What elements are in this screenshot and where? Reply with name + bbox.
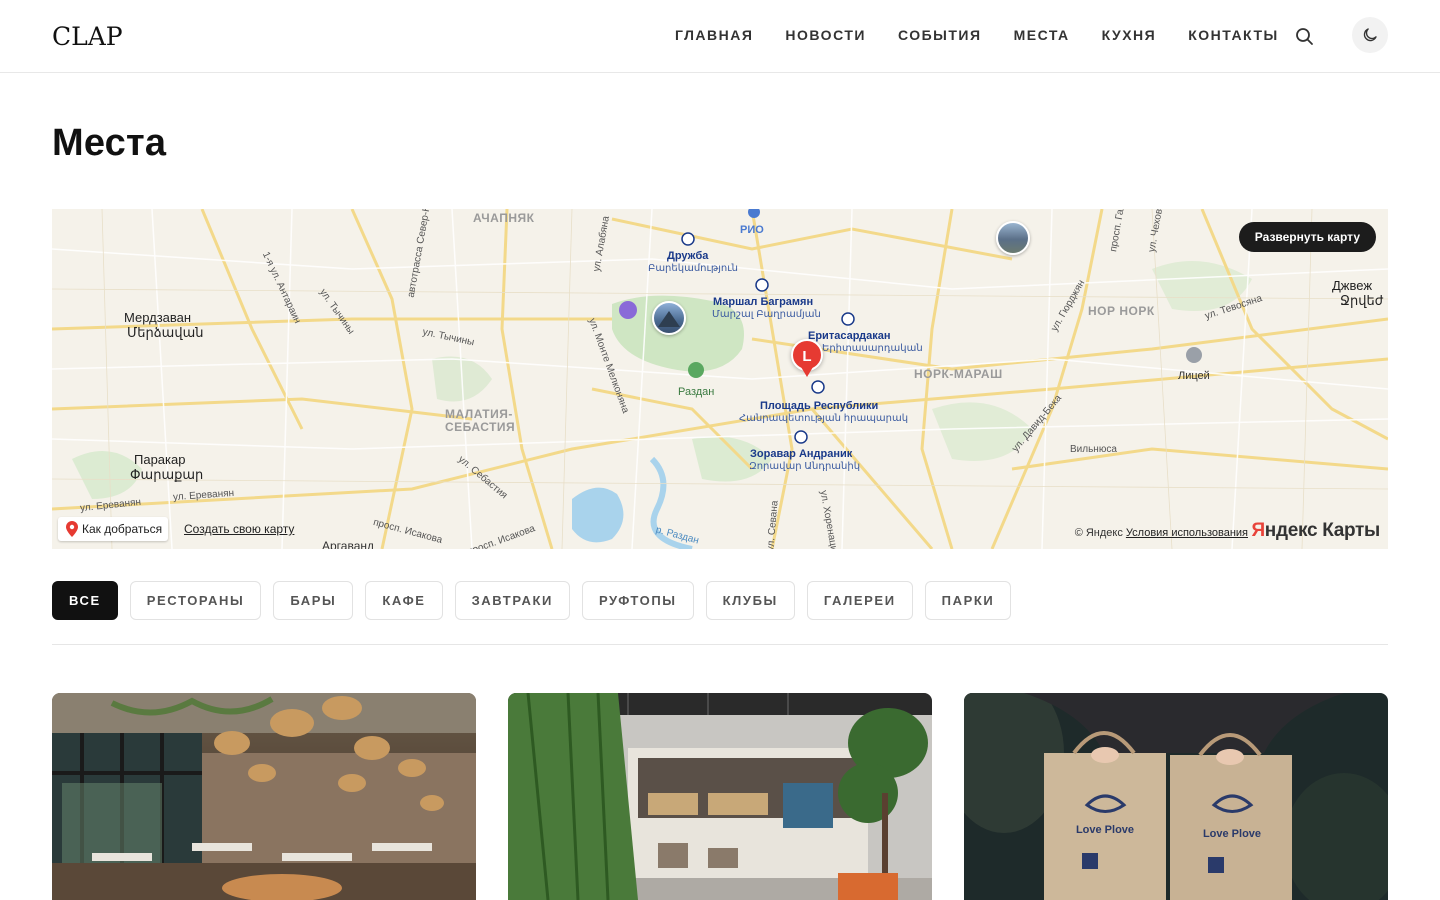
search-icon xyxy=(1296,28,1313,45)
route-button[interactable]: Как добраться xyxy=(58,517,169,541)
terms-link[interactable]: Условия использования xyxy=(1126,527,1248,539)
nav-events[interactable]: СОБЫТИЯ xyxy=(898,27,982,43)
map-label-parakar: Паракар xyxy=(134,452,186,467)
logo[interactable]: CLAP xyxy=(52,22,123,51)
place-card-cafe[interactable] xyxy=(508,693,932,900)
map-photo-thumb[interactable] xyxy=(996,221,1030,255)
map-label-marshal: Маршал Баграмян xyxy=(713,296,814,308)
map-label-achapnyak: АЧАПНЯК xyxy=(473,211,535,225)
map-label-nork-marash: НОРК-МАРАШ xyxy=(914,367,1003,381)
map-pin-icon xyxy=(66,521,78,537)
yandex-map[interactable]: АЧАПНЯК РИО Дружба Բարեկամություն Маршал… xyxy=(52,209,1388,549)
nav-contacts[interactable]: КОНТАКТЫ xyxy=(1188,27,1278,43)
category-filters: ВСЕ РЕСТОРАНЫ БАРЫ КАФЕ ЗАВТРАКИ РУФТОПЫ… xyxy=(52,581,1012,620)
filter-galleries[interactable]: ГАЛЕРЕИ xyxy=(806,581,913,620)
map-label-marshal-am: Մարշալ Բաղրամյան xyxy=(712,309,821,320)
filter-parks[interactable]: ПАРКИ xyxy=(924,581,1012,620)
map-label-zoravar-am: Զորավար Անդրանիկ xyxy=(749,461,861,472)
nav-news[interactable]: НОВОСТИ xyxy=(785,27,866,43)
map-label-merdzavan-am: Մերձավան xyxy=(127,325,204,340)
cafe-storefront-image xyxy=(508,693,932,900)
place-card-restaurant[interactable] xyxy=(52,693,476,900)
theme-toggle-button[interactable] xyxy=(1352,17,1388,53)
map-label-malatia: МАЛАТИЯ- xyxy=(445,407,513,421)
map-label-druzhba: Дружба xyxy=(667,250,709,262)
map-label-nor-nork: НОР НОРК xyxy=(1088,304,1155,318)
filter-cafe[interactable]: КАФЕ xyxy=(365,581,443,620)
route-button-label: Как добраться xyxy=(82,522,163,536)
filters-divider xyxy=(52,644,1388,645)
main-nav: ГЛАВНАЯ НОВОСТИ СОБЫТИЯ МЕСТА КУХНЯ КОНТ… xyxy=(675,27,1311,43)
nav-places[interactable]: МЕСТА xyxy=(1014,27,1070,43)
map-copyright: © Яндекс Условия использования xyxy=(1075,527,1248,539)
monument-icon xyxy=(658,311,680,327)
love-plove-bags-image: Love Plove Love Plove xyxy=(964,693,1388,900)
marker-tail-icon xyxy=(801,367,813,377)
bag-brand-text: Love Plove xyxy=(1203,828,1261,840)
map-label-zoravar: Зоравар Андраник xyxy=(750,448,853,460)
map-label-argavand: Аргаванд xyxy=(322,539,375,549)
map-label-razdan: Раздан xyxy=(678,386,715,398)
map-label-sebastia: СЕБАСТИЯ xyxy=(445,420,516,434)
moon-icon xyxy=(1363,28,1377,42)
map-label-dzhvezh: Джвеж xyxy=(1332,278,1373,293)
filter-restaurants[interactable]: РЕСТОРАНЫ xyxy=(129,581,262,620)
map-label-eritasardakan-am: Երիտասարդական xyxy=(822,343,923,354)
map-label-ploshchad: Площадь Республики xyxy=(760,400,879,412)
map-label-vilnyusa: Вильнюса xyxy=(1070,444,1117,455)
yandex-maps-logo[interactable]: Яндекс Карты xyxy=(1251,520,1380,542)
filter-clubs[interactable]: КЛУБЫ xyxy=(705,581,795,620)
map-label-dzhvezh-am: Ջրվեժ xyxy=(1340,293,1384,308)
map-label-parakar-am: Փարաքար xyxy=(130,467,204,482)
yandex-logo-text: ндекс Карты xyxy=(1264,520,1381,541)
map-label-ploshchad-am: Հանրապետության հրապարակ xyxy=(739,413,909,424)
map-label-druzhba-am: Բարեկամություն xyxy=(648,263,738,274)
map-label-merdzavan: Мердзаван xyxy=(124,310,192,325)
site-header: CLAP ГЛАВНАЯ НОВОСТИ СОБЫТИЯ МЕСТА КУХНЯ… xyxy=(0,0,1440,73)
map-label-litsey: Лицей xyxy=(1178,370,1210,382)
nav-cuisine[interactable]: КУХНЯ xyxy=(1102,27,1157,43)
page-title: Места xyxy=(52,122,167,164)
filter-rooftops[interactable]: РУФТОПЫ xyxy=(581,581,694,620)
copyright-text: © Яндекс xyxy=(1074,527,1123,539)
restaurant-interior-image xyxy=(52,693,476,900)
nav-home[interactable]: ГЛАВНАЯ xyxy=(675,27,753,43)
filter-breakfasts[interactable]: ЗАВТРАКИ xyxy=(454,581,570,620)
create-map-link[interactable]: Создать свою карту xyxy=(184,522,294,536)
expand-map-button[interactable]: Развернуть карту xyxy=(1238,222,1376,252)
map-photo-thumb[interactable] xyxy=(652,301,686,335)
filter-all[interactable]: ВСЕ xyxy=(52,581,118,620)
search-button[interactable] xyxy=(1292,24,1316,48)
bag-brand-text: Love Plove xyxy=(1076,824,1134,836)
filter-bars[interactable]: БАРЫ xyxy=(273,581,354,620)
place-marker[interactable]: L xyxy=(791,339,823,379)
place-card-love-plove[interactable]: Love Plove Love Plove xyxy=(964,693,1388,900)
map-label-rio: РИО xyxy=(740,224,764,236)
yandex-logo-letter: Я xyxy=(1251,520,1265,541)
